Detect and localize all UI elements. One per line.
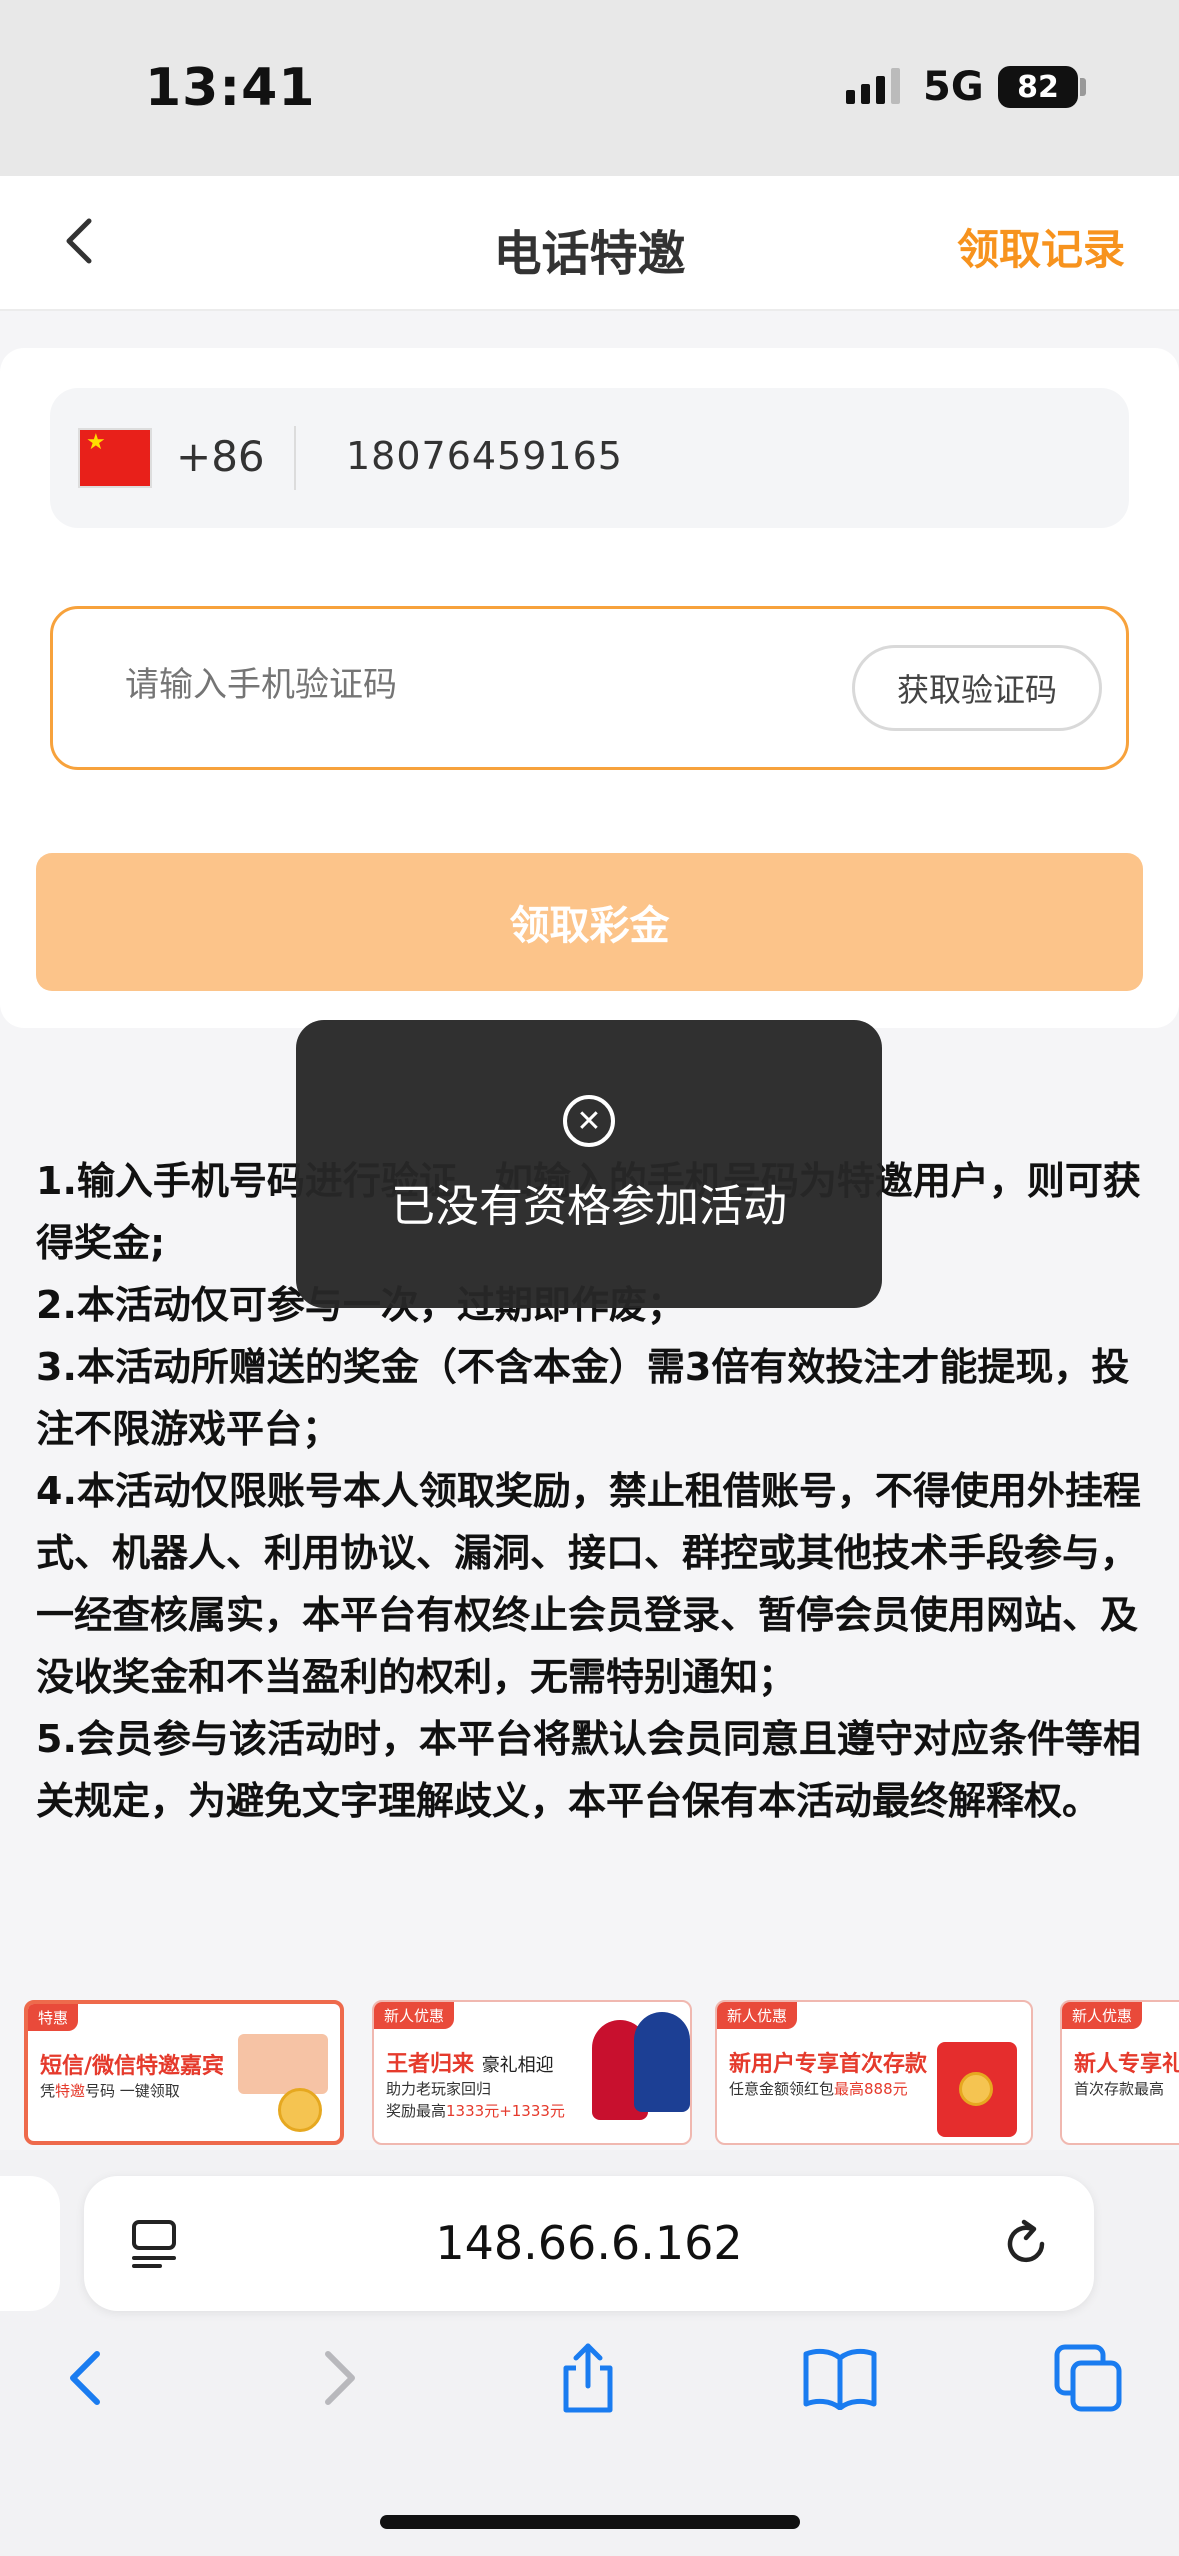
- phone-number-field: 18076459165: [346, 434, 623, 478]
- nav-forward-button[interactable]: [300, 2338, 380, 2418]
- bookmarks-button[interactable]: [800, 2338, 880, 2418]
- rule-item: 5.会员参与该活动时，本平台将默认会员同意且遵守对应条件等相关规定，为避免文字理…: [36, 1717, 1141, 1823]
- banner-title: 短信/微信特邀嘉宾: [40, 2054, 225, 2079]
- nav-back-button[interactable]: [45, 2338, 125, 2418]
- claim-records-link[interactable]: 领取记录: [957, 216, 1125, 277]
- close-circle-icon: ✕: [563, 1095, 615, 1147]
- country-code[interactable]: +86: [176, 432, 265, 481]
- promo-banner[interactable]: 特惠 短信/微信特邀嘉宾 凭特邀号码 一键领取: [24, 2000, 344, 2145]
- toast-message: 已没有资格参加活动: [391, 1181, 787, 1232]
- phone-row: ★ +86 18076459165: [50, 388, 1129, 528]
- rule-item: 4.本活动仅限账号本人领取奖励，禁止租借账号，不得使用外挂程式、机器人、利用协议…: [36, 1469, 1141, 1699]
- player-illustration: [634, 2012, 690, 2112]
- bookmarks-icon: [803, 2348, 877, 2410]
- address-bar[interactable]: 148.66.6.162: [84, 2176, 1094, 2311]
- banner-title: 新人专享礼: [1074, 2052, 1179, 2077]
- claim-bonus-button[interactable]: 领取彩金: [36, 853, 1143, 991]
- banner-title: 新用户专享首次存款: [729, 2052, 928, 2077]
- promo-banner-strip: 特惠 短信/微信特邀嘉宾 凭特邀号码 一键领取 新人优惠 王者归来 豪礼相迎 助…: [0, 1950, 1179, 2150]
- china-flag-icon: ★: [78, 428, 152, 488]
- get-code-button[interactable]: 获取验证码: [852, 645, 1102, 731]
- previous-tab-stub[interactable]: [0, 2176, 60, 2311]
- reload-icon[interactable]: [998, 2216, 1054, 2272]
- banner-subtitle: 助力老玩家回归: [386, 2080, 492, 2098]
- tabs-button[interactable]: [1048, 2338, 1128, 2418]
- coin-illustration: [278, 2088, 322, 2132]
- nav-back-icon: [70, 2351, 100, 2405]
- claim-form-card: ★ +86 18076459165 获取验证码 领取彩金: [0, 348, 1179, 1028]
- banner-subtitle: 首次存款最高: [1074, 2080, 1165, 2098]
- battery-tip: [1080, 78, 1086, 96]
- nav-forward-icon: [325, 2351, 355, 2405]
- nav-header: 电话特邀 领取记录: [0, 176, 1179, 311]
- error-toast: ✕ 已没有资格参加活动: [296, 1020, 882, 1308]
- url-text: 148.66.6.162: [435, 2216, 743, 2270]
- status-bar: 13:41 5G 82: [0, 0, 1179, 176]
- gift-illustration: [238, 2034, 328, 2094]
- banner-tag: 新人优惠: [374, 2002, 455, 2029]
- network-type: 5G: [923, 64, 984, 110]
- coin-illustration: [959, 2072, 993, 2106]
- battery-icon: 82: [998, 66, 1078, 108]
- promo-banner[interactable]: 新人优惠 新用户专享首次存款 任意金额领红包最高888元: [715, 2000, 1033, 2145]
- banner-subtitle: 任意金额领红包最高888元: [729, 2080, 908, 2098]
- home-indicator: [380, 2515, 800, 2529]
- banner-tag: 特惠: [28, 2004, 79, 2031]
- share-icon: [563, 2343, 613, 2413]
- promo-banner[interactable]: 新人优惠 新人专享礼 首次存款最高: [1060, 2000, 1179, 2145]
- signal-icon: [846, 66, 900, 104]
- banner-reward: 奖励最高1333元+1333元: [386, 2102, 565, 2120]
- promo-banner[interactable]: 新人优惠 王者归来 豪礼相迎 助力老玩家回归 奖励最高1333元+1333元: [372, 2000, 692, 2145]
- banner-title: 王者归来 豪礼相迎: [386, 2052, 554, 2077]
- banner-subtitle: 凭特邀号码 一键领取: [40, 2082, 180, 2100]
- status-time: 13:41: [145, 58, 316, 118]
- banner-tag: 新人优惠: [717, 2002, 798, 2029]
- share-button[interactable]: [548, 2338, 628, 2418]
- rule-item: 3.本活动所赠送的奖金（不含本金）需3倍有效投注才能提现，投注不限游戏平台；: [36, 1345, 1130, 1451]
- verification-code-row: 获取验证码: [50, 606, 1129, 770]
- tabs-icon: [1054, 2344, 1122, 2412]
- divider: [294, 426, 296, 490]
- verification-code-input[interactable]: [125, 665, 725, 705]
- banner-tag: 新人优惠: [1062, 2002, 1143, 2029]
